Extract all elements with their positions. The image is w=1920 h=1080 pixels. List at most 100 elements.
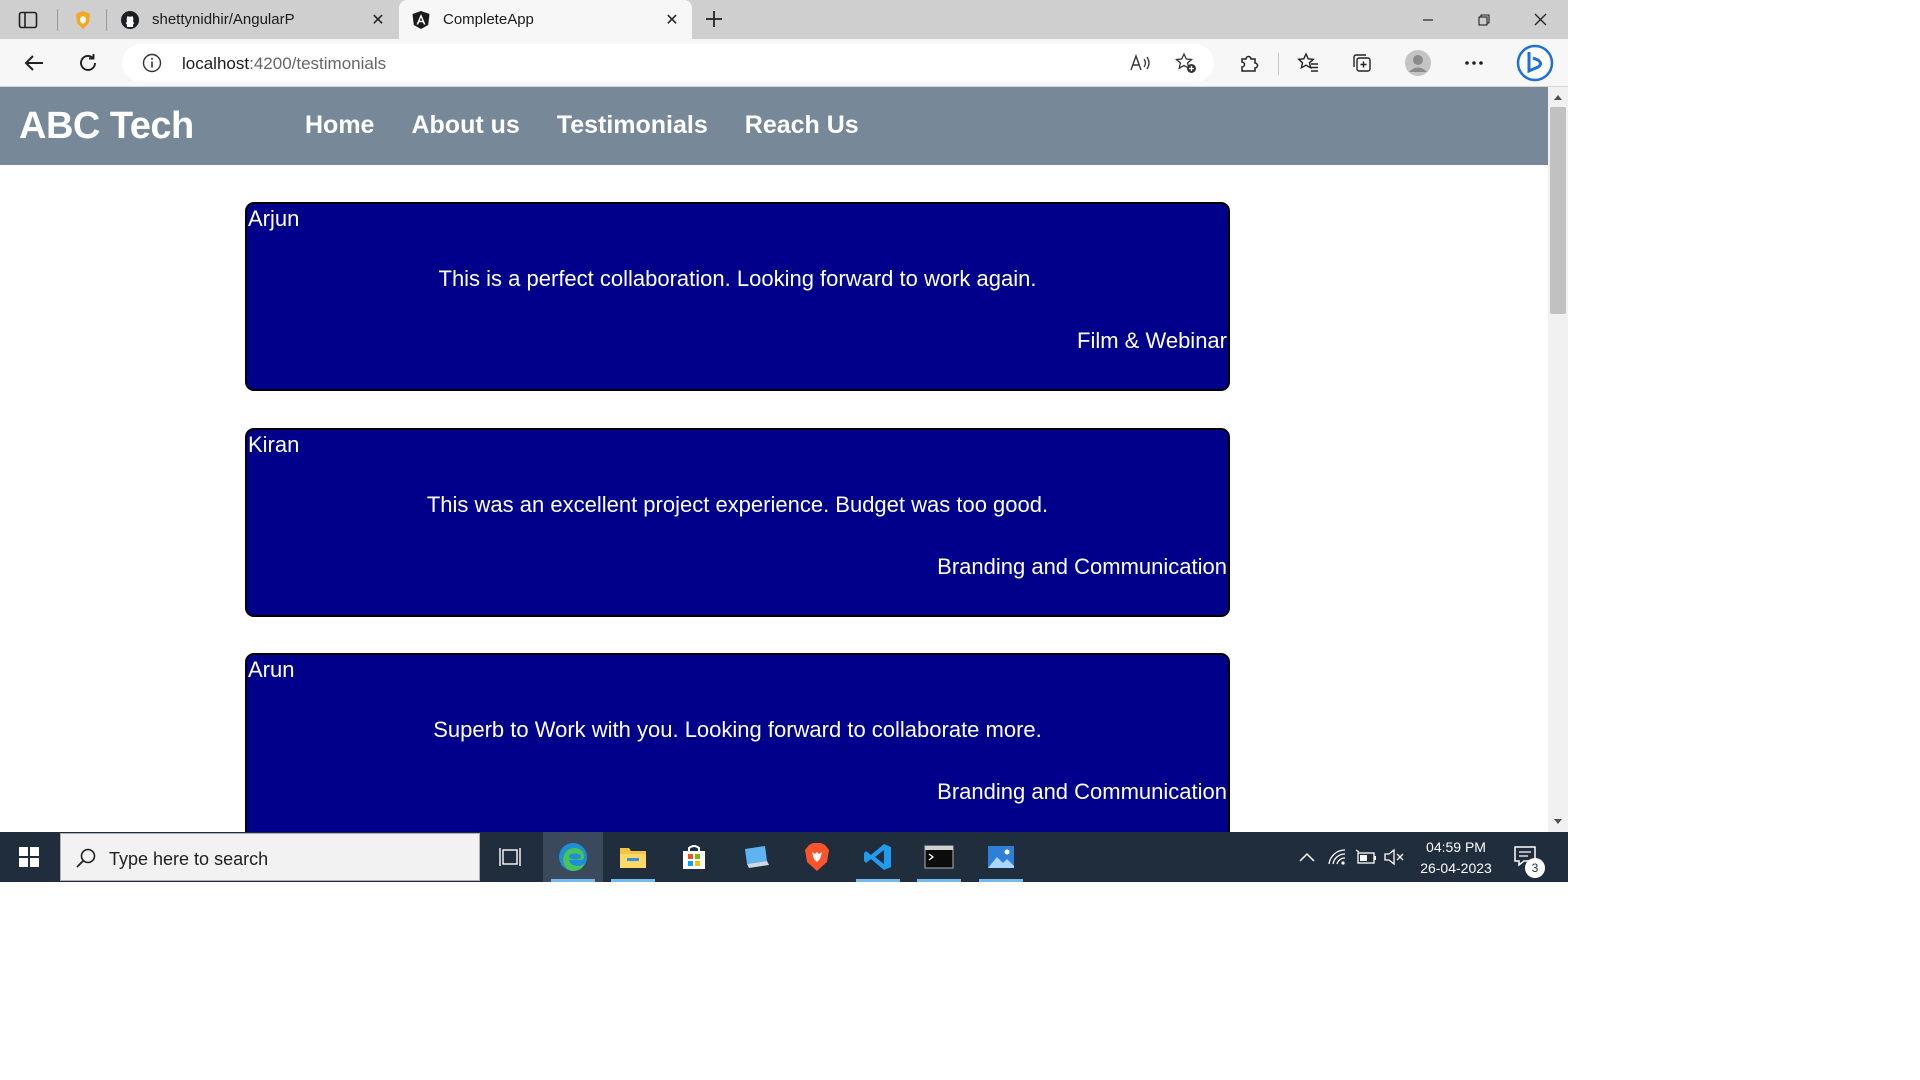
more-icon (1465, 61, 1483, 65)
nav-link-testimonials[interactable]: Testimonials (557, 111, 708, 140)
page-viewport: ABC Tech Home About us Testimonials Reac… (0, 87, 1548, 832)
page-scrollbar[interactable] (1548, 87, 1568, 832)
windows-logo-icon (19, 847, 39, 867)
clock-time: 04:59 PM (1426, 839, 1486, 855)
battery-icon[interactable] (1355, 846, 1377, 868)
taskbar-clock[interactable]: 04:59 PM 26-04-2023 (1412, 837, 1500, 879)
site-nav: Home About us Testimonials Reach Us (305, 111, 859, 140)
minimize-icon (1423, 18, 1433, 21)
browser-tab-strip: shettynidhir/AngularP ✕ CompleteApp ✕ (0, 0, 1568, 39)
avatar-icon (1405, 50, 1431, 76)
puzzle-icon (1241, 55, 1259, 72)
taskbar-edge[interactable] (543, 832, 603, 882)
taskbar-terminal[interactable] (909, 832, 969, 882)
testimonial-card: Arun Superb to Work with you. Looking fo… (245, 653, 1230, 832)
address-bar[interactable]: localhost:4200/testimonials (122, 44, 1214, 82)
task-view-icon (499, 848, 521, 866)
windows-taskbar: Type here to search 04:59 PM 26-04-2023 … (0, 832, 1568, 882)
show-hidden-icons-icon[interactable] (1296, 846, 1318, 868)
extensions-button[interactable] (1233, 48, 1265, 78)
terminal-icon (924, 845, 954, 869)
scroll-up-arrow-icon[interactable] (1552, 91, 1564, 103)
testimonial-service: Film & Webinar (1077, 328, 1227, 353)
close-window-button[interactable] (1512, 0, 1568, 39)
taskbar-photos[interactable] (971, 832, 1031, 882)
favorites-icon (1297, 52, 1318, 72)
site-info-icon (142, 53, 162, 73)
notification-count-badge: 3 (1525, 858, 1545, 878)
taskbar-vscode[interactable] (848, 832, 908, 882)
testimonial-card: Arjun This is a perfect collaboration. L… (245, 202, 1230, 391)
running-app-indicator (917, 879, 961, 882)
testimonial-message: Superb to Work with you. Looking forward… (433, 717, 1042, 742)
tab-separator (106, 9, 107, 31)
nav-link-about-us[interactable]: About us (411, 111, 519, 140)
testimonial-message: This was an excellent project experience… (426, 492, 1049, 517)
settings-menu-button[interactable] (1458, 48, 1490, 78)
wifi-icon[interactable] (1327, 846, 1349, 868)
nav-link-home[interactable]: Home (305, 111, 374, 140)
new-tab-button[interactable] (700, 5, 728, 33)
tab-close-icon[interactable]: ✕ (662, 10, 682, 30)
volume-muted-icon[interactable] (1383, 846, 1405, 868)
scroll-thumb[interactable] (1550, 107, 1566, 314)
browser-toolbar: localhost:4200/testimonials (0, 39, 1568, 87)
toolbar-divider (1278, 53, 1279, 75)
minimize-button[interactable] (1400, 0, 1456, 39)
refresh-button[interactable] (72, 48, 104, 78)
taskbar-search-input[interactable]: Type here to search (60, 833, 480, 881)
profile-button[interactable] (1402, 48, 1434, 78)
url-path: :4200/testimonials (249, 54, 387, 73)
read-aloud-icon[interactable] (1129, 52, 1153, 74)
site-brand[interactable]: ABC Tech (19, 105, 194, 148)
angular-icon (411, 10, 431, 30)
taskbar-remote-desktop[interactable] (726, 832, 786, 882)
taskbar-microsoft-store[interactable] (664, 832, 724, 882)
tab-github[interactable]: shettynidhir/AngularP ✕ (108, 0, 398, 39)
vscode-icon (864, 844, 891, 870)
tab-close-icon[interactable]: ✕ (368, 10, 388, 30)
close-icon (1534, 13, 1546, 26)
testimonial-author: Arjun (248, 206, 300, 231)
tab-title: CompleteApp (443, 11, 534, 28)
running-app-indicator (856, 879, 900, 882)
photos-icon (988, 846, 1014, 868)
file-explorer-icon (620, 848, 646, 868)
testimonial-author: Kiran (248, 432, 300, 457)
taskbar-brave[interactable] (787, 832, 847, 882)
collections-button[interactable] (1346, 48, 1378, 78)
start-button[interactable] (0, 832, 58, 882)
tab-separator (57, 9, 58, 31)
remote-desktop-icon (745, 846, 769, 868)
restore-icon (1478, 13, 1490, 26)
back-button[interactable] (18, 48, 50, 78)
taskbar-file-explorer[interactable] (603, 832, 663, 882)
running-app-indicator (979, 879, 1023, 882)
microsoft-store-icon (683, 845, 705, 869)
restore-button[interactable] (1456, 0, 1512, 39)
active-app-indicator (551, 879, 595, 882)
testimonial-message: This is a perfect collaboration. Looking… (438, 266, 1037, 291)
github-icon (120, 10, 140, 30)
refresh-icon (80, 54, 96, 71)
edge-icon (559, 843, 587, 871)
testimonial-service: Branding and Communication (937, 554, 1227, 579)
address-url[interactable]: localhost:4200/testimonials (182, 54, 386, 74)
tab-title: shettynidhir/AngularP (152, 11, 295, 28)
shield-icon (76, 11, 90, 29)
testimonial-author: Arun (248, 657, 295, 682)
bing-icon (1516, 44, 1554, 82)
running-app-indicator (611, 879, 655, 882)
add-favorite-icon[interactable] (1174, 52, 1198, 74)
tab-completeapp[interactable]: CompleteApp ✕ (399, 0, 692, 39)
pinned-tab-brave-rewards[interactable] (66, 6, 100, 34)
back-arrow-icon (24, 55, 43, 71)
tab-actions-icon[interactable] (14, 8, 42, 32)
taskbar-search-placeholder: Type here to search (109, 849, 269, 869)
favorites-button[interactable] (1292, 48, 1324, 78)
collections-icon (1353, 54, 1371, 72)
bing-chat-button[interactable] (1516, 44, 1554, 82)
task-view-button[interactable] (480, 832, 540, 882)
scroll-down-arrow-icon[interactable] (1552, 816, 1564, 828)
nav-link-reach-us[interactable]: Reach Us (745, 111, 859, 140)
